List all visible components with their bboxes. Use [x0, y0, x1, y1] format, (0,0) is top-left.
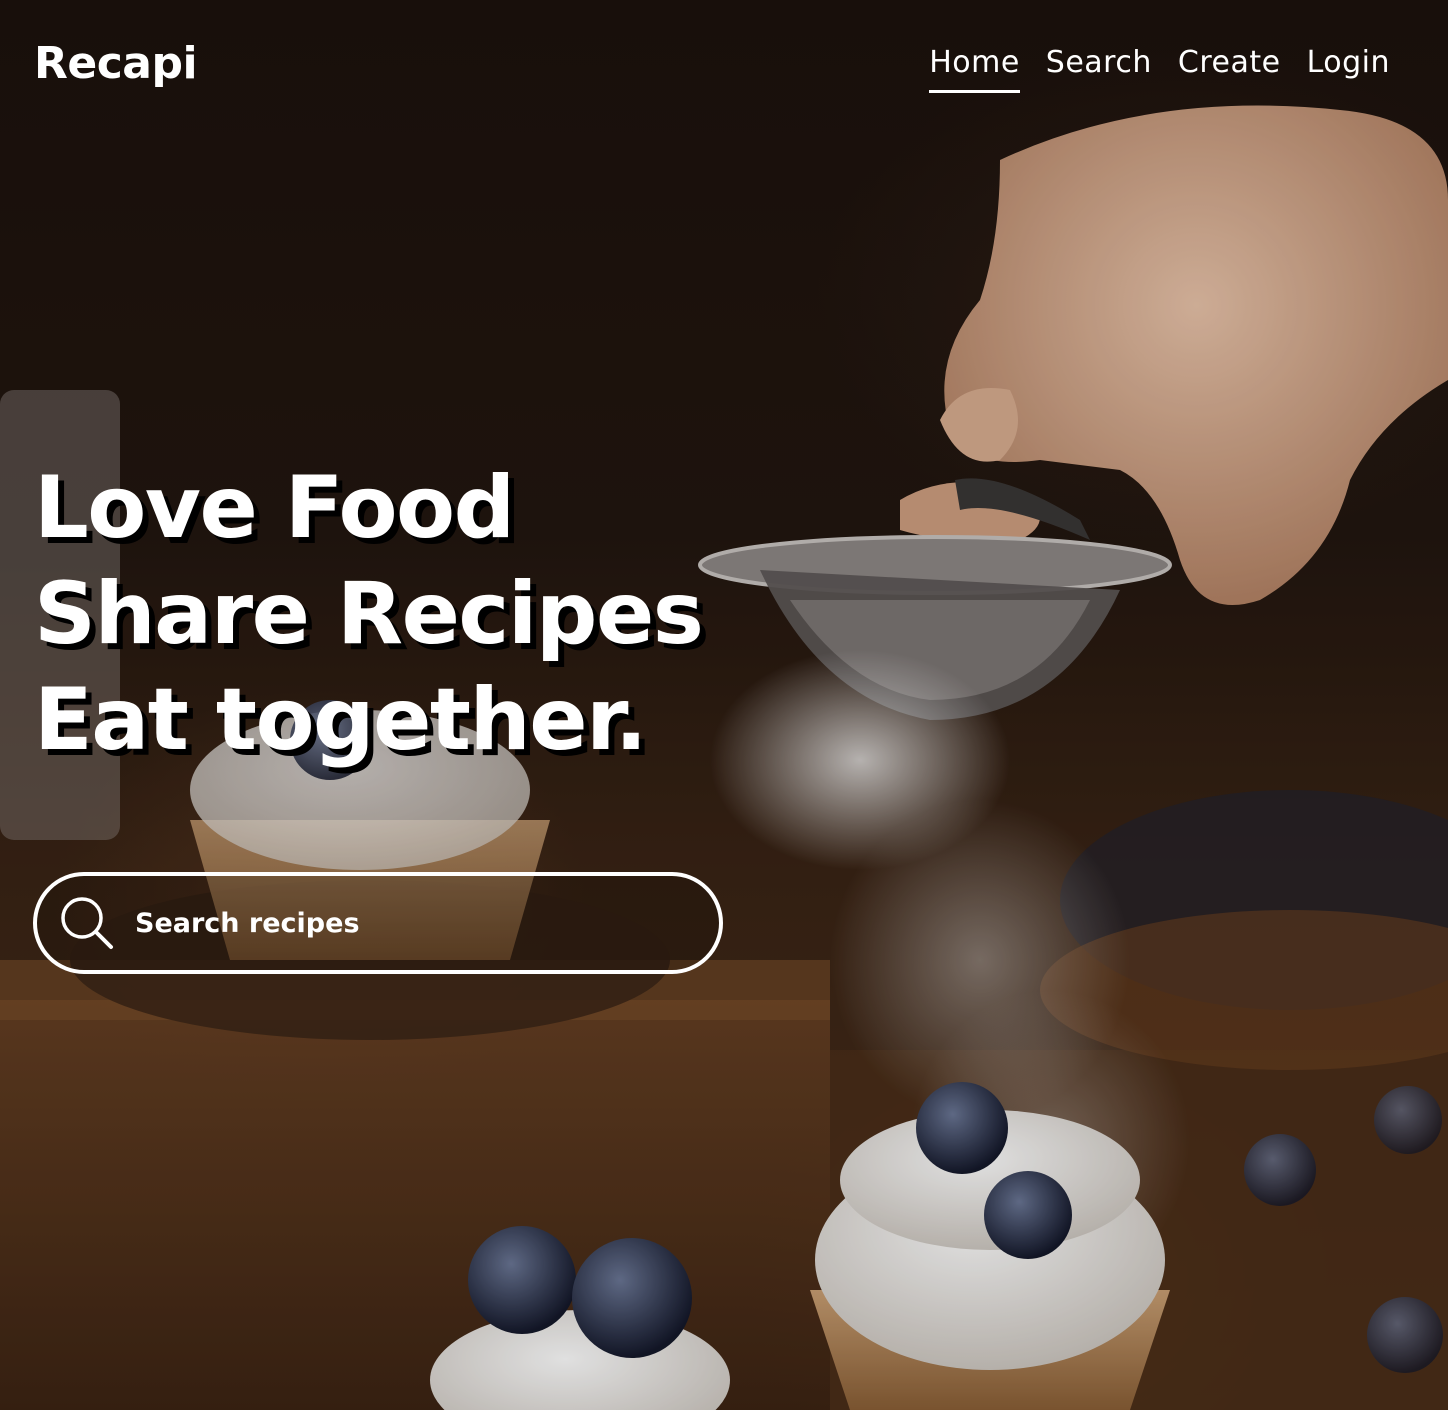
landing-page: Recapi Home Search Create Login Love Foo…	[0, 0, 1448, 1410]
search-icon[interactable]	[59, 895, 115, 951]
main-nav: Home Search Create Login	[929, 42, 1390, 93]
hero-line-love-food: Love Food	[34, 458, 515, 558]
hero-headline: Love Food Share Recipes Eat together.	[34, 455, 704, 773]
hero-line-share-recipes: Share Recipes	[34, 564, 704, 664]
nav-item-login[interactable]: Login	[1307, 42, 1390, 93]
recipe-search-bar[interactable]	[33, 872, 723, 974]
hero-line-eat-together: Eat together.	[34, 670, 647, 770]
brand-logo[interactable]: Recapi	[34, 34, 198, 94]
search-input[interactable]	[135, 893, 695, 953]
nav-item-create[interactable]: Create	[1178, 42, 1281, 93]
nav-item-home[interactable]: Home	[929, 42, 1020, 93]
site-header: Recapi Home Search Create Login	[0, 0, 1448, 120]
nav-item-search[interactable]: Search	[1046, 42, 1152, 93]
